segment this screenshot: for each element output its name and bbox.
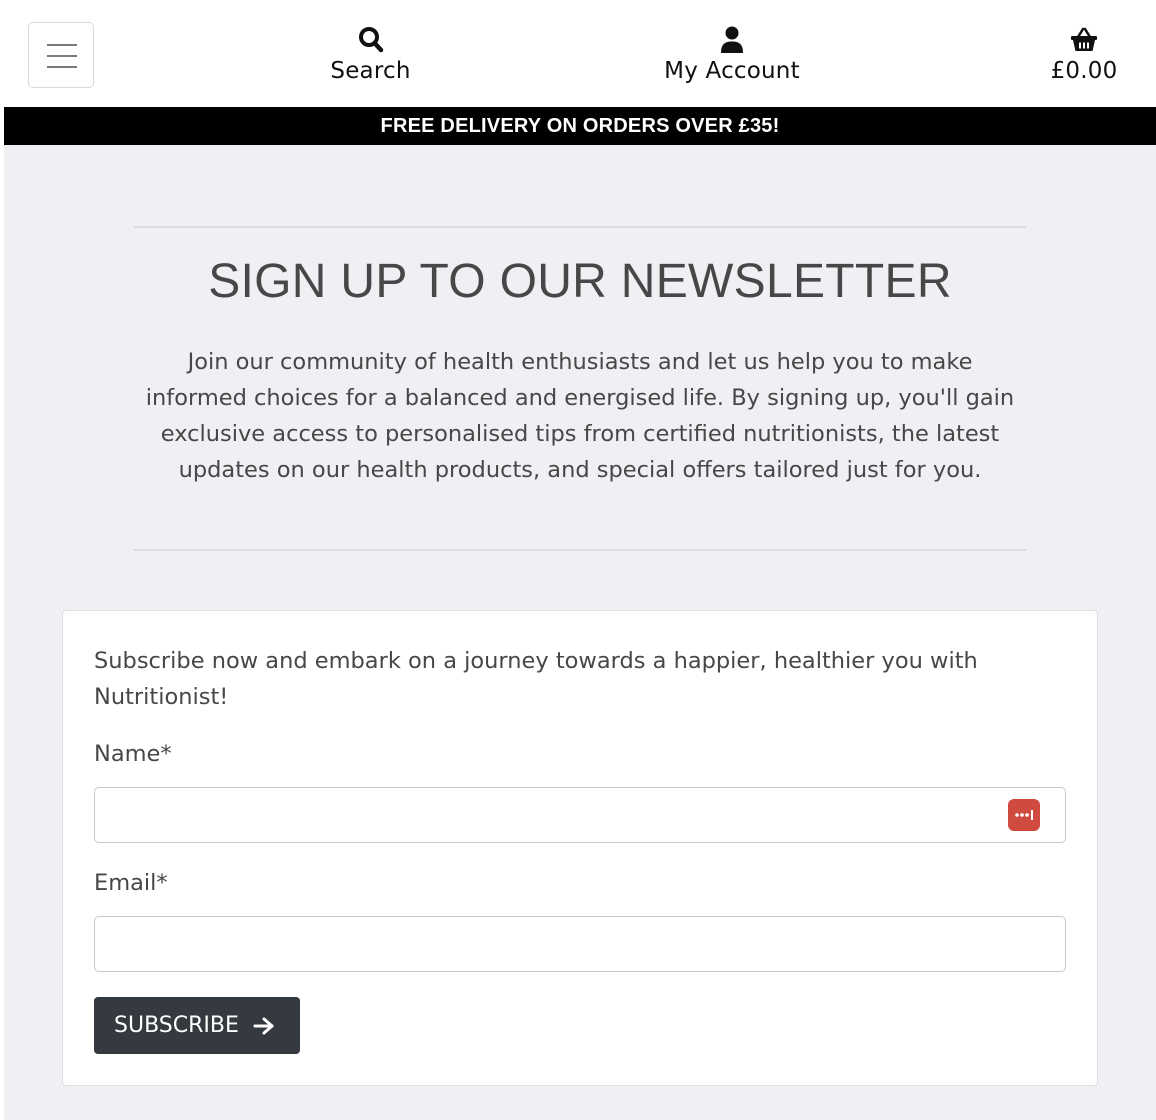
name-label: Name* [94,741,172,767]
search-label: Search [330,58,411,84]
divider [134,549,1026,551]
basket-total: £0.00 [1050,58,1118,84]
newsletter-heading: SIGN UP TO OUR NEWSLETTER [208,255,952,308]
user-icon [721,26,743,53]
top-navbar: Search My Account £0.00 [4,4,1156,107]
page: Search My Account £0.00 FREE DELIVERY ON… [4,4,1156,1120]
basket-link[interactable]: £0.00 [1029,26,1139,84]
arrow-right-icon [253,1017,274,1035]
search-icon [358,27,383,53]
my-account-link[interactable]: My Account [642,26,822,84]
password-manager-icon[interactable] [1008,799,1040,831]
newsletter-intro: Join our community of health enthusiasts… [145,349,1015,483]
divider [134,226,1026,228]
my-account-label: My Account [664,58,800,84]
subscribe-text: Subscribe now and embark on a journey to… [94,648,978,710]
name-field[interactable] [94,787,1066,843]
menu-toggle-button[interactable] [28,22,94,88]
email-field[interactable] [94,916,1066,972]
free-delivery-banner: FREE DELIVERY ON ORDERS OVER £35! [4,107,1156,145]
basket-icon [1071,27,1097,51]
subscribe-button-label: SUBSCRIBE [114,1013,239,1038]
password-dots-icon [1015,810,1033,820]
newsletter-form-card: Subscribe now and embark on a journey to… [62,610,1098,1086]
hamburger-icon-bar [47,44,77,46]
hamburger-icon-bar [47,55,77,57]
subscribe-button[interactable]: SUBSCRIBE [94,997,300,1054]
hamburger-icon-bar [47,66,77,68]
search-link[interactable]: Search [304,26,437,84]
email-label: Email* [94,870,168,896]
